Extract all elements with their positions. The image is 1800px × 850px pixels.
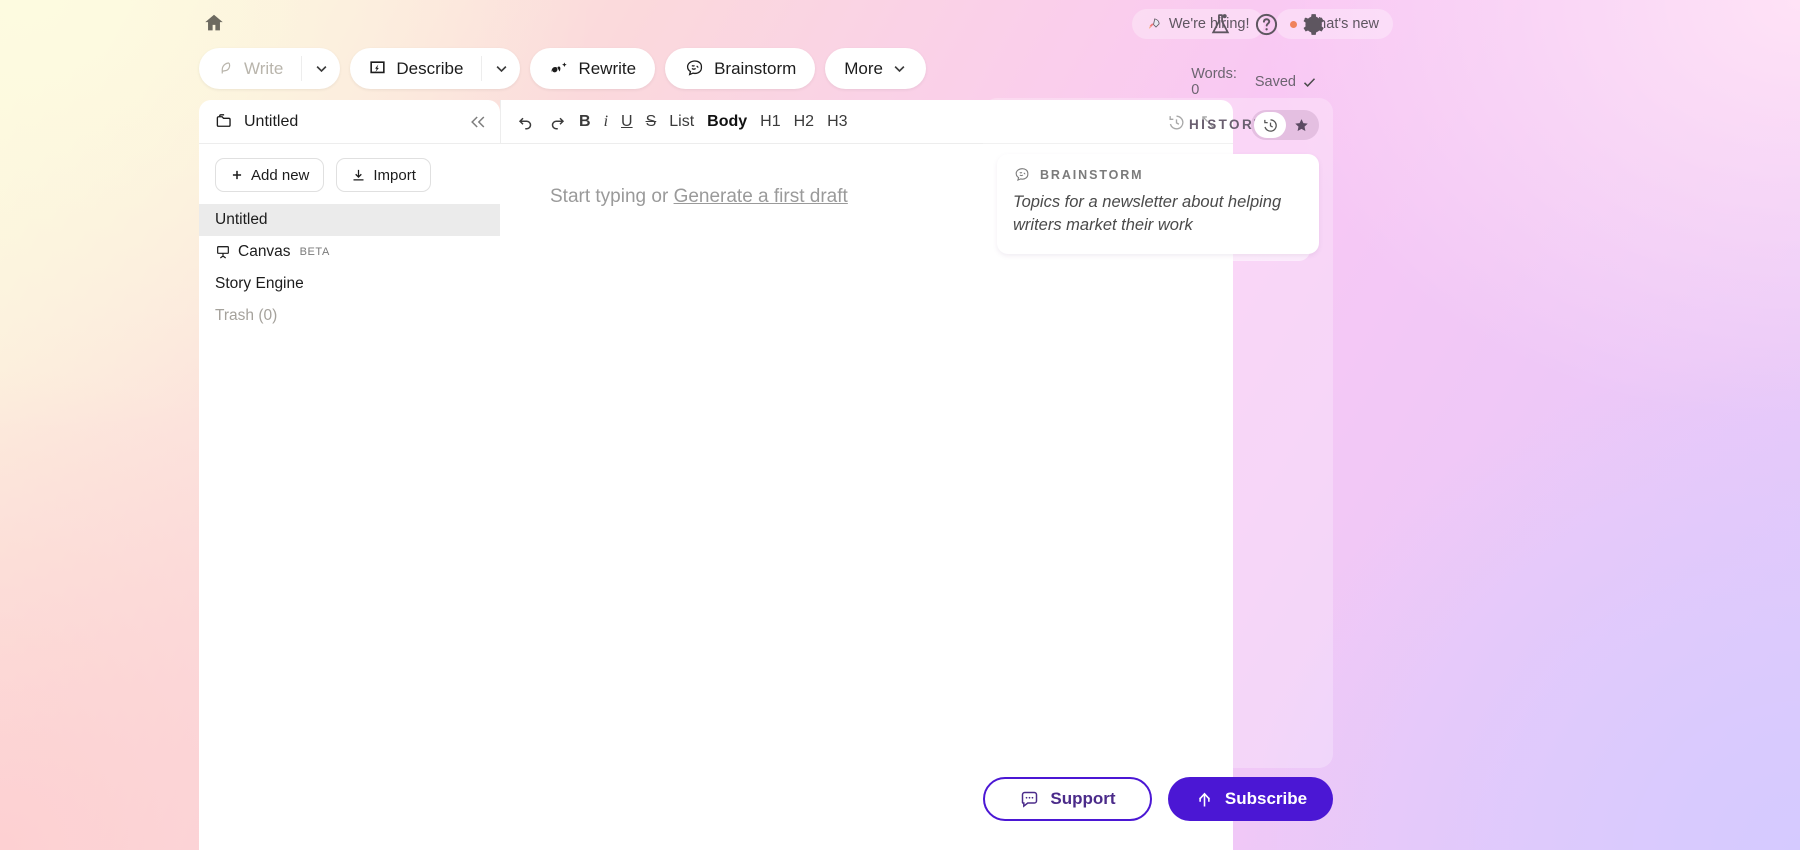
subscribe-button[interactable]: Subscribe bbox=[1168, 777, 1333, 821]
brainstorm-button[interactable]: Brainstorm bbox=[665, 48, 816, 89]
support-button[interactable]: Support bbox=[983, 777, 1152, 821]
brain-icon bbox=[684, 59, 705, 78]
settings-button[interactable] bbox=[1296, 8, 1328, 40]
history-card-text: Topics for a newsletter about helping wr… bbox=[1013, 193, 1282, 235]
describe-icon bbox=[370, 61, 385, 74]
history-card-label: BRAINSTORM bbox=[1040, 168, 1144, 182]
describe-label: Describe bbox=[396, 58, 464, 78]
brain-icon-glyph bbox=[687, 60, 703, 76]
h2-button[interactable]: H2 bbox=[794, 113, 814, 131]
help-button[interactable] bbox=[1250, 8, 1282, 40]
star-icon bbox=[1294, 118, 1308, 131]
undo-button[interactable] bbox=[517, 113, 535, 131]
favorites-tab-button[interactable] bbox=[1286, 113, 1316, 137]
history-panel: HISTORY BRAINSTORM Topics for a newslett… bbox=[983, 98, 1333, 768]
beta-badge: BETA bbox=[299, 246, 330, 258]
list-button[interactable]: List bbox=[669, 113, 694, 131]
ai-tools-toolbar: Write Describe Rewrite Brainstorm More bbox=[199, 48, 926, 89]
check-icon bbox=[1303, 77, 1316, 87]
plus-icon bbox=[232, 170, 242, 180]
top-right-icon-buttons bbox=[1204, 8, 1328, 40]
download-icon bbox=[353, 169, 364, 180]
documents-sidebar: Untitled Add new Import Untitled Canvas … bbox=[199, 100, 500, 850]
saved-label: Saved bbox=[1254, 74, 1296, 90]
chevron-down-icon bbox=[894, 66, 905, 73]
history-view-toggle bbox=[1251, 110, 1319, 140]
h3-button[interactable]: H3 bbox=[827, 113, 847, 131]
folder-icon bbox=[216, 114, 231, 127]
italic-button[interactable]: i bbox=[604, 113, 608, 131]
clock-history-icon bbox=[1263, 118, 1277, 132]
underline-button[interactable]: U bbox=[621, 113, 633, 131]
sidebar-item-trash[interactable]: Trash (0) bbox=[199, 300, 500, 332]
import-button[interactable]: Import bbox=[336, 158, 431, 192]
word-count: Words: 0 bbox=[1191, 66, 1237, 98]
brainstorm-label: Brainstorm bbox=[714, 58, 797, 78]
collapse-sidebar-button[interactable] bbox=[455, 100, 500, 144]
add-new-button[interactable]: Add new bbox=[215, 158, 325, 192]
describe-dropdown-button[interactable] bbox=[482, 48, 520, 89]
document-status: Words: 0 Saved bbox=[1191, 66, 1317, 98]
sidebar-item-label: Story Engine bbox=[215, 275, 304, 292]
chevrons-left-icon bbox=[470, 116, 484, 128]
strikethrough-button[interactable]: S bbox=[646, 113, 657, 131]
top-bar: Write Describe Rewrite Brainstorm More W… bbox=[0, 0, 1800, 100]
bold-button[interactable]: B bbox=[579, 113, 591, 131]
write-pill-group: Write bbox=[199, 48, 341, 89]
help-circle-icon bbox=[1255, 13, 1277, 35]
arrow-up-icon bbox=[1198, 792, 1210, 806]
write-label: Write bbox=[244, 58, 284, 78]
h1-button[interactable]: H1 bbox=[760, 113, 780, 131]
describe-button[interactable]: Describe bbox=[350, 48, 481, 89]
rewrite-icon-glyph bbox=[551, 62, 568, 73]
sidebar-item-label: Canvas bbox=[238, 243, 291, 260]
panel-footer-buttons: Support Subscribe bbox=[983, 777, 1333, 821]
brain-icon bbox=[1015, 168, 1029, 182]
subscribe-label: Subscribe bbox=[1224, 789, 1308, 808]
chat-dots-icon bbox=[1022, 791, 1038, 808]
sidebar-actions: Add new Import bbox=[199, 144, 500, 204]
add-new-label: Add new bbox=[251, 166, 310, 184]
sidebar-item-label: Untitled bbox=[215, 211, 268, 228]
import-label: Import bbox=[373, 166, 416, 184]
more-label: More bbox=[844, 58, 883, 78]
undo-icon bbox=[518, 117, 532, 129]
history-card[interactable]: BRAINSTORM Topics for a newsletter about… bbox=[997, 154, 1319, 261]
more-button[interactable]: More bbox=[825, 48, 926, 89]
history-tab-button[interactable] bbox=[1254, 112, 1286, 138]
rewrite-icon bbox=[549, 60, 569, 77]
sidebar-item-label: Trash (0) bbox=[215, 307, 278, 324]
write-dropdown-button[interactable] bbox=[302, 48, 340, 89]
saved-status: Saved bbox=[1255, 74, 1317, 90]
sidebar-item-untitled[interactable]: Untitled bbox=[199, 204, 500, 236]
write-button[interactable]: Write bbox=[199, 48, 301, 89]
chevron-down-icon bbox=[496, 66, 507, 73]
generate-first-draft-link[interactable]: Generate a first draft bbox=[674, 186, 848, 207]
home-icon[interactable] bbox=[199, 8, 229, 38]
rocket-icon bbox=[1148, 17, 1160, 29]
home-icon-glyph bbox=[205, 14, 223, 31]
chevron-down-icon bbox=[316, 66, 327, 73]
easel-icon bbox=[217, 246, 229, 259]
flask-icon bbox=[1211, 13, 1229, 33]
body-style-button[interactable]: Body bbox=[707, 113, 747, 131]
feather-icon bbox=[221, 61, 231, 73]
rewrite-label: Rewrite bbox=[578, 58, 637, 78]
history-panel-header: HISTORY bbox=[983, 98, 1333, 150]
redo-icon bbox=[551, 117, 565, 129]
history-card-header: BRAINSTORM bbox=[1013, 167, 1303, 183]
placeholder-prefix: Start typing or bbox=[550, 186, 674, 207]
support-label: Support bbox=[1050, 789, 1116, 808]
sidebar-title: Untitled bbox=[244, 112, 299, 130]
redo-button[interactable] bbox=[548, 113, 566, 131]
rewrite-button[interactable]: Rewrite bbox=[530, 48, 656, 89]
lab-button[interactable] bbox=[1204, 8, 1236, 40]
sidebar-item-story-engine[interactable]: Story Engine bbox=[199, 268, 500, 300]
sidebar-item-canvas[interactable]: Canvas BETA bbox=[199, 236, 500, 268]
describe-pill-group: Describe bbox=[350, 48, 521, 89]
gear-icon bbox=[1303, 13, 1324, 35]
